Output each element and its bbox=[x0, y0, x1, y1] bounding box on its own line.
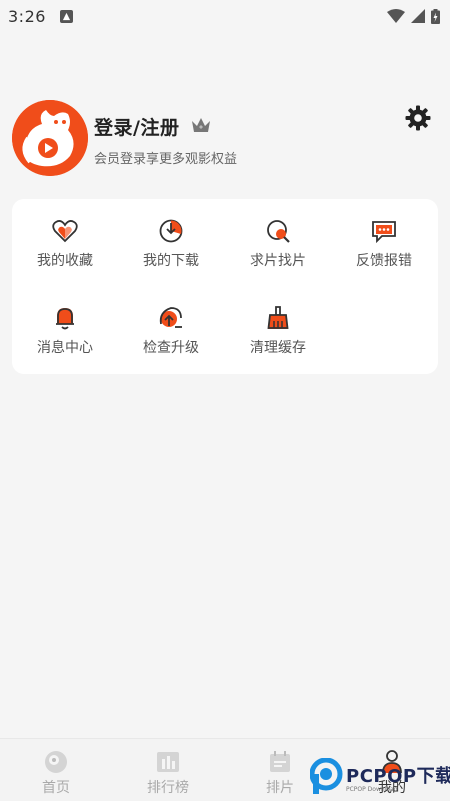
upgrade-icon bbox=[159, 307, 182, 328]
watermark-brand: PCPOP下载 bbox=[346, 766, 450, 787]
signal-icon bbox=[411, 9, 425, 23]
avatar[interactable] bbox=[12, 100, 88, 176]
battery-icon bbox=[431, 8, 440, 24]
notification-icon bbox=[59, 9, 73, 23]
status-icons bbox=[387, 8, 440, 24]
profile-header[interactable]: 登录/注册 会员登录享更多观影权益 bbox=[12, 100, 438, 176]
home-icon bbox=[45, 751, 67, 773]
feedback-icon bbox=[372, 221, 396, 244]
wifi-icon bbox=[387, 9, 405, 23]
search-film-icon bbox=[267, 220, 290, 243]
nav-label: 首页 bbox=[42, 780, 70, 796]
status-bar: 3:26 bbox=[0, 0, 450, 32]
download-icon bbox=[159, 219, 183, 243]
watermark-subtext: PCPOP Download bbox=[346, 786, 398, 793]
grid-item-request-film[interactable]: 求片找片 bbox=[225, 199, 331, 269]
nav-item-schedule[interactable]: 排片 bbox=[240, 749, 320, 797]
grid-item-favorites[interactable]: 我的收藏 bbox=[12, 199, 118, 269]
nav-label: 排片 bbox=[266, 780, 294, 796]
gear-icon[interactable] bbox=[404, 104, 432, 132]
nav-item-home[interactable]: 首页 bbox=[16, 749, 96, 797]
heart-icon bbox=[52, 220, 78, 243]
broom-icon bbox=[267, 306, 289, 329]
grid-label: 清理缓存 bbox=[250, 340, 306, 356]
login-subtitle: 会员登录享更多观影权益 bbox=[94, 152, 238, 167]
grid-label: 求片找片 bbox=[250, 253, 306, 269]
grid-item-clear-cache[interactable]: 清理缓存 bbox=[225, 286, 331, 356]
grid-label: 消息中心 bbox=[37, 340, 93, 356]
grid-item-messages[interactable]: 消息中心 bbox=[12, 286, 118, 356]
calendar-icon bbox=[270, 751, 290, 772]
nav-label: 排行榜 bbox=[147, 780, 189, 796]
grid-label: 反馈报错 bbox=[356, 253, 412, 269]
grid-label: 我的下载 bbox=[143, 253, 199, 269]
grid-item-check-update[interactable]: 检查升级 bbox=[118, 286, 224, 356]
crown-icon bbox=[192, 118, 210, 132]
nav-item-ranking[interactable]: 排行榜 bbox=[128, 749, 208, 797]
feature-card: 我的收藏 我的下载 求片找片 反馈报错 消息中心 检查升级 清理缓存 bbox=[12, 199, 438, 374]
ranking-icon bbox=[157, 752, 179, 772]
status-time: 3:26 bbox=[8, 6, 46, 26]
watermark: PCPOP下载 PCPOP Download bbox=[310, 756, 450, 800]
login-register-title[interactable]: 登录/注册 bbox=[94, 113, 179, 140]
grid-item-downloads[interactable]: 我的下载 bbox=[118, 199, 224, 269]
bell-icon bbox=[56, 308, 74, 330]
grid-label: 检查升级 bbox=[143, 340, 199, 356]
pcpop-logo-icon bbox=[310, 758, 343, 794]
grid-item-feedback[interactable]: 反馈报错 bbox=[331, 199, 437, 269]
grid-label: 我的收藏 bbox=[37, 253, 93, 269]
